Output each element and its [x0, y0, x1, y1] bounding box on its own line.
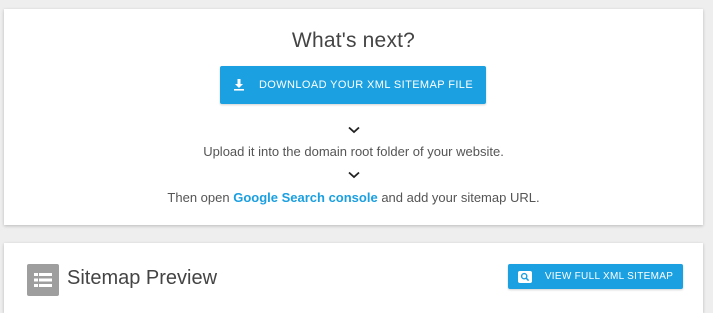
open-console-suffix: and add your sitemap URL. — [377, 190, 540, 205]
download-sitemap-button[interactable]: DOWNLOAD YOUR XML SITEMAP FILE — [220, 66, 486, 104]
chevron-down-icon — [4, 166, 703, 179]
open-console-prefix: Then open — [167, 190, 234, 205]
whats-next-title: What's next? — [291, 29, 416, 52]
download-icon — [233, 79, 245, 91]
google-search-console-link[interactable]: Google Search console — [233, 190, 378, 205]
whats-next-card: What's next? DOWNLOAD YOUR XML SITEMAP F… — [4, 9, 703, 225]
view-full-sitemap-button[interactable]: VIEW FULL XML SITEMAP — [508, 264, 683, 289]
chevron-down-icon — [4, 121, 703, 134]
open-console-instruction: Then open Google Search console and add … — [4, 190, 703, 205]
upload-instruction: Upload it into the domain root folder of… — [203, 144, 504, 159]
download-sitemap-label: DOWNLOAD YOUR XML SITEMAP FILE — [258, 79, 474, 91]
sitemap-preview-title: Sitemap Preview — [67, 267, 218, 289]
search-icon — [517, 270, 532, 283]
list-icon — [27, 264, 59, 296]
sitemap-preview-card: Sitemap Preview VIEW FULL XML SITEMAP — [4, 243, 703, 313]
view-full-sitemap-label: VIEW FULL XML SITEMAP — [544, 271, 674, 282]
